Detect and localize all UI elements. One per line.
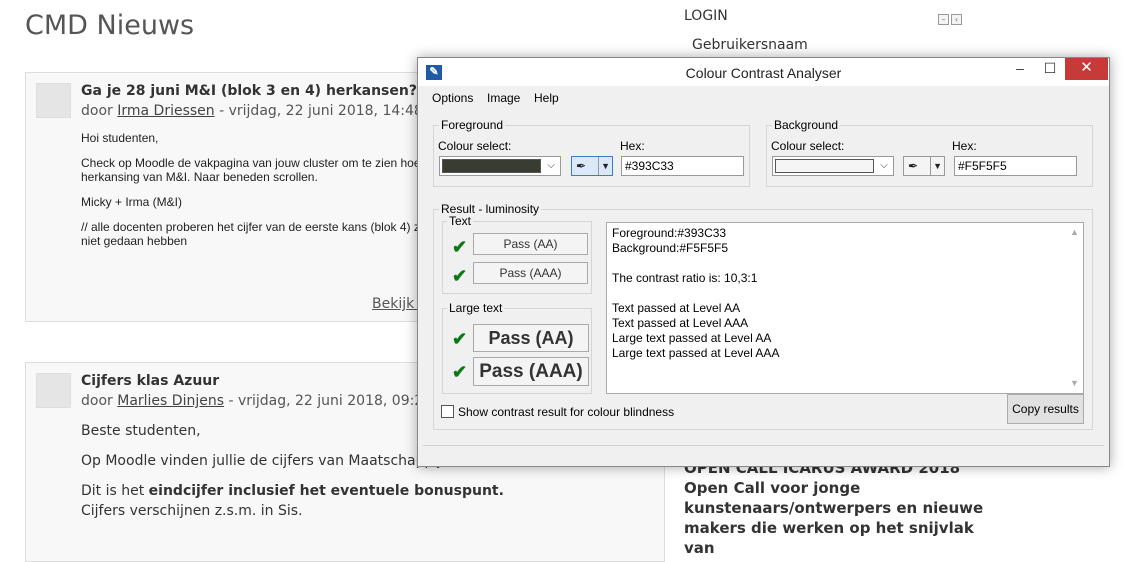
result-line: Text passed at Level AAA xyxy=(612,316,749,330)
author-link[interactable]: Irma Driessen xyxy=(117,103,214,119)
post-text: Dit is het xyxy=(81,483,149,499)
post-title: Ga je 28 juni M&I (blok 3 en 4) herkanse… xyxy=(81,83,417,99)
cca-window: ✎ Colour Contrast Analyser – ☐ ✕ Options… xyxy=(417,57,1110,467)
post-paragraph: Cijfers verschijnen z.s.m. in Sis. xyxy=(81,503,303,519)
maximize-button[interactable]: ☐ xyxy=(1036,58,1064,80)
check-icon: ✔ xyxy=(452,266,468,286)
check-icon: ✔ xyxy=(452,329,468,349)
post-meta-prefix: door xyxy=(81,393,118,409)
post-meta: door Marlies Dinjens - vrijdag, 22 juni … xyxy=(81,393,432,409)
bg-hex-label: Hex: xyxy=(952,139,977,153)
text-label: Text xyxy=(447,214,474,228)
eyedropper-icon: ✒ xyxy=(908,159,919,173)
bg-colour-swatch xyxy=(775,159,874,173)
title-bar[interactable]: ✎ Colour Contrast Analyser – ☐ ✕ xyxy=(418,58,1109,86)
login-heading[interactable]: LOGIN xyxy=(684,8,728,24)
post-meta: door Irma Driessen - vrijdag, 22 juni 20… xyxy=(81,103,423,119)
post-date: - vrijdag, 22 juni 2018, 09:27 xyxy=(224,393,433,409)
post-paragraph: Micky + Irma (M&I) xyxy=(81,195,182,209)
fg-colour-swatch xyxy=(442,159,541,173)
background-label: Background xyxy=(772,118,841,132)
fg-hex-input[interactable]: #393C33 xyxy=(621,156,744,176)
avatar xyxy=(36,373,71,408)
result-group: Result - luminosity Text ✔ Pass (AA) ✔ P… xyxy=(433,202,1093,430)
fg-colour-select[interactable]: ⌵ xyxy=(439,156,561,176)
close-button[interactable]: ✕ xyxy=(1065,58,1108,80)
result-line: Text passed at Level AA xyxy=(612,301,741,315)
result-line: Background:#F5F5F5 xyxy=(612,241,729,255)
chevron-down-icon: ⌵ xyxy=(547,160,555,171)
result-text-area[interactable]: Foreground:#393C33 Background:#F5F5F5 Th… xyxy=(606,222,1084,394)
scroll-down-icon[interactable]: ▼ xyxy=(1070,376,1079,391)
avatar xyxy=(36,83,71,118)
result-line: The contrast ratio is: 10,3:1 xyxy=(612,271,758,285)
fg-colour-select-label: Colour select: xyxy=(438,139,512,153)
result-line: Large text passed at Level AA xyxy=(612,331,772,345)
text-results-group: Text ✔ Pass (AA) ✔ Pass (AAA) xyxy=(442,214,592,294)
check-icon: ✔ xyxy=(452,237,468,257)
dropdown-arrow-icon: ▼ xyxy=(930,157,942,175)
minimize-block-icon[interactable]: – xyxy=(938,14,949,25)
post-paragraph: // alle docenten proberen het cijfer van… xyxy=(81,220,433,248)
bg-colour-select-label: Colour select: xyxy=(771,139,845,153)
sidebar-news-item[interactable]: OPEN CALL ICARUS AWARD 2018 Open Call vo… xyxy=(684,458,984,558)
post-body: Hoi studenten, Check op Moodle de vakpag… xyxy=(81,131,441,259)
bg-eyedropper-button[interactable]: ✒ ▼ xyxy=(903,156,945,176)
large-pass-aa: Pass (AA) xyxy=(473,324,589,352)
post-date: - vrijdag, 22 juni 2018, 14:48 xyxy=(214,103,423,119)
fg-hex-label: Hex: xyxy=(620,139,645,153)
text-pass-aa: Pass (AA) xyxy=(473,233,588,255)
bg-hex-input[interactable]: #F5F5F5 xyxy=(954,156,1077,176)
foreground-group: Foreground Colour select: Hex: ⌵ ✒ ▼ #39… xyxy=(433,118,750,187)
status-bar xyxy=(423,445,1104,463)
check-icon: ✔ xyxy=(452,362,468,382)
post-meta-prefix: door xyxy=(81,103,118,119)
menu-image[interactable]: Image xyxy=(487,91,520,105)
page-title: CMD Nieuws xyxy=(25,10,195,41)
text-pass-aaa: Pass (AAA) xyxy=(473,262,588,284)
colour-blindness-checkbox[interactable] xyxy=(441,405,454,418)
vertical-scrollbar[interactable]: ▲ ▼ xyxy=(1066,223,1083,393)
menu-help[interactable]: Help xyxy=(534,91,559,105)
menu-options[interactable]: Options xyxy=(432,91,473,105)
result-line xyxy=(612,256,1078,271)
username-label: Gebruikersnaam xyxy=(692,37,808,53)
fg-eyedropper-button[interactable]: ✒ ▼ xyxy=(571,156,613,176)
block-controls: – ‹ xyxy=(938,14,962,25)
colour-blindness-label: Show contrast result for colour blindnes… xyxy=(458,405,675,419)
chevron-down-icon: ⌵ xyxy=(880,160,888,171)
menu-bar: Options Image Help xyxy=(418,88,1109,108)
result-line: Large text passed at Level AAA xyxy=(612,346,780,360)
post-paragraph: Dit is het eindcijfer inclusief het even… xyxy=(81,481,661,501)
result-line: Foreground:#393C33 xyxy=(612,226,727,240)
large-text-label: Large text xyxy=(447,301,505,315)
result-line xyxy=(612,286,1078,301)
move-block-icon[interactable]: ‹ xyxy=(951,14,962,25)
minimize-button[interactable]: – xyxy=(1006,58,1034,80)
post-paragraph: Check op Moodle de vakpagina van jouw cl… xyxy=(81,156,421,184)
foreground-label: Foreground xyxy=(439,118,506,132)
post-title: Cijfers klas Azuur xyxy=(81,373,220,389)
author-link[interactable]: Marlies Dinjens xyxy=(117,393,224,409)
background-group: Background Colour select: Hex: ⌵ ✒ ▼ #F5… xyxy=(766,118,1093,187)
large-text-results-group: Large text ✔ Pass (AA) ✔ Pass (AAA) xyxy=(442,301,592,394)
large-pass-aaa: Pass (AAA) xyxy=(473,357,589,386)
scroll-up-icon[interactable]: ▲ xyxy=(1070,225,1079,240)
post-paragraph: Hoi studenten, xyxy=(81,131,159,145)
bg-colour-select[interactable]: ⌵ xyxy=(772,156,894,176)
dropdown-arrow-icon: ▼ xyxy=(598,157,610,175)
copy-results-button[interactable]: Copy results xyxy=(1007,394,1084,424)
eyedropper-icon: ✒ xyxy=(576,159,587,173)
post-emphasis: eindcijfer inclusief het eventuele bonus… xyxy=(148,483,504,499)
